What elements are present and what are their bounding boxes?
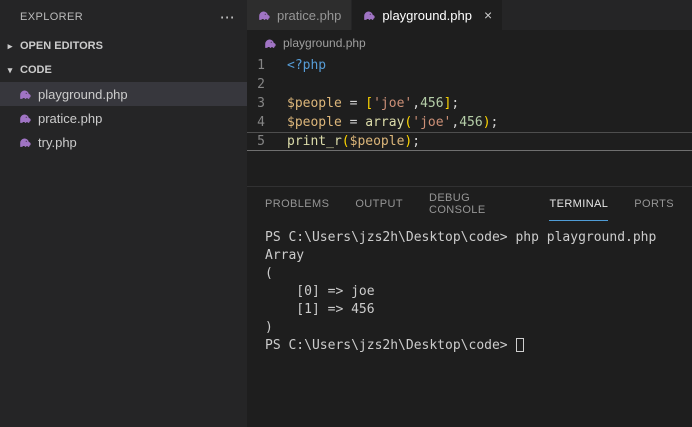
code-line-2[interactable]: 2 xyxy=(247,75,692,94)
token-punctuation: ; xyxy=(451,96,460,111)
terminal-line: PS C:\Users\jzs2h\Desktop\code> xyxy=(265,337,692,355)
line-number: 2 xyxy=(257,77,265,92)
bottom-panel: PROBLEMS OUTPUT DEBUG CONSOLE TERMINAL PORTS… xyxy=(247,186,692,427)
token-variable: $people xyxy=(349,134,405,149)
explorer-sidebar: EXPLORER ⋯ ▸ OPEN EDITORS ▾ CODE playgro… xyxy=(0,0,247,427)
php-icon xyxy=(18,87,32,101)
open-editors-label: OPEN EDITORS xyxy=(20,40,103,52)
panel-tab-debug-console[interactable]: DEBUG CONSOLE xyxy=(429,187,524,221)
token-punctuation: = xyxy=(341,96,366,111)
panel-tab-output[interactable]: OUTPUT xyxy=(355,187,403,221)
tab-label: pratice.php xyxy=(277,7,342,23)
token-punctuation: ; xyxy=(490,115,499,130)
token-number: 456 xyxy=(459,115,483,130)
token-bracket: ( xyxy=(341,134,350,149)
editor-area: pratice.php playground.php × playground.ph… xyxy=(247,0,692,427)
section-code[interactable]: ▾ CODE xyxy=(0,58,247,82)
panel-tab-terminal[interactable]: TERMINAL xyxy=(549,187,609,221)
token-function: array xyxy=(365,115,405,130)
breadcrumb-file: playground.php xyxy=(283,36,366,50)
more-actions-icon[interactable]: ⋯ xyxy=(220,10,235,25)
code-line-4[interactable]: 4 $people = array('joe',456); xyxy=(247,113,692,132)
php-icon xyxy=(18,135,32,149)
file-item-pratice.php[interactable]: pratice.php xyxy=(0,106,247,130)
terminal-cursor xyxy=(516,337,525,352)
token-punctuation: = xyxy=(341,115,366,130)
file-name: try.php xyxy=(38,134,77,150)
panel-tab-problems[interactable]: PROBLEMS xyxy=(265,187,329,221)
file-item-playground.php[interactable]: playground.php xyxy=(0,82,247,106)
file-name: pratice.php xyxy=(38,110,103,126)
code-editor[interactable]: 1 <?php 2 3 $people = ['joe',456]; 4 $people =… xyxy=(247,56,692,186)
tab-playground.php[interactable]: playground.php × xyxy=(352,0,504,30)
terminal-line: [0] => joe xyxy=(265,284,375,299)
token-function: print_r xyxy=(287,134,342,149)
token-punctuation: , xyxy=(412,96,421,111)
vscode-window: EXPLORER ⋯ ▸ OPEN EDITORS ▾ CODE playgro… xyxy=(0,0,692,427)
tab-label: playground.php xyxy=(382,7,472,23)
token-variable: $people xyxy=(287,96,342,111)
token-string: 'joe' xyxy=(412,115,452,130)
code-text: $people = array('joe',456); xyxy=(265,113,498,132)
section-open-editors[interactable]: ▸ OPEN EDITORS xyxy=(0,34,247,58)
token-punctuation: ; xyxy=(412,134,421,149)
code-text: <?php xyxy=(265,56,326,75)
terminal-line: Array xyxy=(265,248,305,263)
chevron-right-icon: ▸ xyxy=(7,40,13,51)
code-section-label: CODE xyxy=(20,64,52,76)
panel-tab-bar: PROBLEMS OUTPUT DEBUG CONSOLE TERMINAL PORTS xyxy=(247,187,692,221)
php-icon xyxy=(18,111,32,125)
code-line-3[interactable]: 3 $people = ['joe',456]; xyxy=(247,94,692,113)
token-number: 456 xyxy=(420,96,444,111)
line-number: 3 xyxy=(257,96,265,111)
terminal-line: PS C:\Users\jzs2h\Desktop\code> php play… xyxy=(265,230,657,245)
code-text: print_r($people); xyxy=(265,133,420,150)
editor-tab-bar: pratice.php playground.php × xyxy=(247,0,692,30)
token-variable: $people xyxy=(287,115,342,130)
line-number: 1 xyxy=(257,58,265,73)
php-icon xyxy=(362,8,376,22)
token-keyword: <?php xyxy=(287,58,327,73)
token-bracket: ) xyxy=(482,115,491,130)
file-item-try.php[interactable]: try.php xyxy=(0,130,247,154)
terminal-line: ) xyxy=(265,320,273,335)
explorer-title: EXPLORER xyxy=(20,11,84,23)
code-line-1[interactable]: 1 <?php xyxy=(247,56,692,75)
terminal-line: [1] => 456 xyxy=(265,302,375,317)
breadcrumb[interactable]: playground.php xyxy=(247,30,692,56)
panel-tab-ports[interactable]: PORTS xyxy=(634,187,674,221)
token-string: 'joe' xyxy=(373,96,413,111)
line-number: 4 xyxy=(257,115,265,130)
file-name: playground.php xyxy=(38,86,128,102)
code-line-5[interactable]: 5 print_r($people); xyxy=(247,132,692,151)
terminal-output[interactable]: PS C:\Users\jzs2h\Desktop\code> php play… xyxy=(247,221,692,427)
chevron-down-icon: ▾ xyxy=(7,64,13,75)
tab-pratice.php[interactable]: pratice.php xyxy=(247,0,353,30)
explorer-header: EXPLORER ⋯ xyxy=(0,0,247,34)
code-text: $people = ['joe',456]; xyxy=(265,94,459,113)
close-icon[interactable]: × xyxy=(484,7,492,23)
terminal-line: ( xyxy=(265,266,273,281)
line-number: 5 xyxy=(257,134,265,149)
php-icon xyxy=(257,8,271,22)
token-bracket: [ xyxy=(365,96,374,111)
file-list: playground.php pratice.php try.php xyxy=(0,82,247,154)
php-icon xyxy=(263,36,277,50)
